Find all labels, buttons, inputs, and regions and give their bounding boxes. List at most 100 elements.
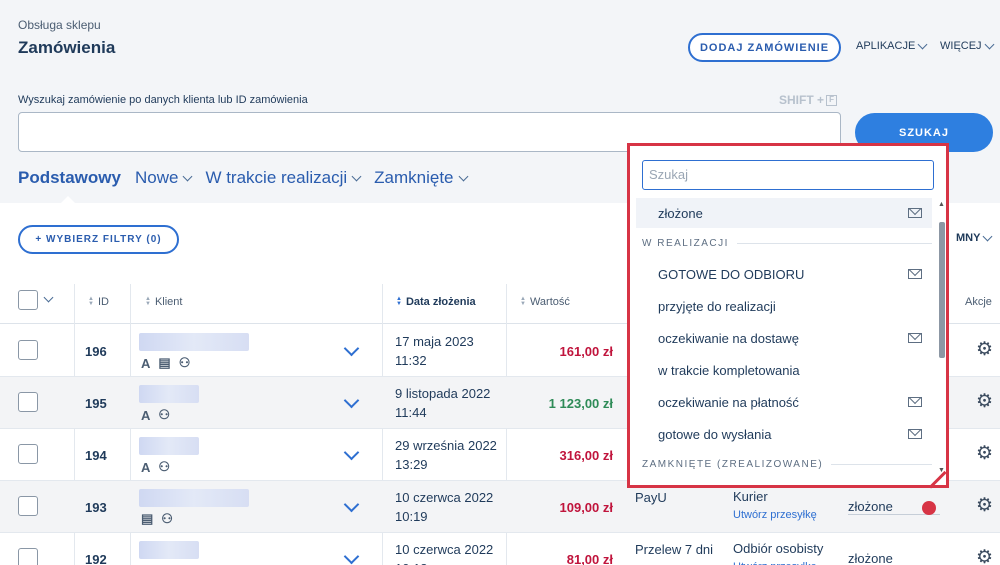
order-id[interactable]: 194 — [85, 448, 107, 463]
create-shipment-link[interactable]: Utwórz przesyłkę — [733, 509, 817, 521]
status-option[interactable]: oczekiwanie na dostawę — [636, 323, 932, 353]
payment-method: PayU — [635, 490, 667, 505]
column-value[interactable]: ▲ ▼ Wartość — [520, 296, 570, 308]
column-actions: Akcje — [965, 296, 992, 308]
tab-label: Podstawowy — [18, 168, 121, 187]
status-option-label: oczekiwanie na dostawę — [658, 330, 799, 346]
row-checkbox[interactable] — [18, 496, 38, 516]
mail-icon — [908, 429, 922, 439]
gear-icon[interactable]: ⚙ — [976, 390, 993, 413]
status-group-closed: ZAMKNIĘTE (ZREALIZOWANE) — [642, 459, 932, 470]
status-option[interactable]: złożone — [636, 198, 932, 228]
column-client[interactable]: ▲ ▼ Klient — [145, 296, 182, 308]
order-date-day: 29 września 2022 — [395, 438, 497, 453]
columns-button[interactable]: MNY — [956, 231, 993, 244]
row-checkbox[interactable] — [18, 548, 38, 565]
tab-in-progress[interactable]: W trakcie realizacji — [205, 168, 362, 188]
status-option-label: oczekiwanie na płatność — [658, 394, 799, 410]
dropdown-scroll-thumb[interactable] — [939, 222, 945, 358]
apps-menu-label: APLIKACJE — [856, 40, 916, 52]
sort-icon: ▲ ▼ — [88, 296, 94, 307]
active-tab-indicator — [60, 196, 76, 204]
gear-icon[interactable]: ⚙ — [976, 546, 993, 565]
order-date: 10 czerwca 2022 10:19 — [395, 488, 493, 526]
search-shortcut: SHIFT + F — [779, 93, 838, 107]
order-value: 161,00 zł — [559, 344, 614, 359]
status-option-label: złożone — [658, 205, 703, 221]
status-option[interactable]: oczekiwanie na płatność — [636, 387, 932, 417]
divider — [831, 464, 932, 465]
select-all-checkbox[interactable] — [18, 290, 38, 310]
annotation-dot — [922, 501, 936, 515]
order-date: 29 września 2022 13:29 — [395, 436, 497, 474]
column-label: Akcje — [965, 296, 992, 308]
chevron-down-icon — [351, 171, 362, 181]
scroll-up-icon[interactable]: ▲ — [938, 201, 945, 208]
order-id[interactable]: 192 — [85, 552, 107, 565]
tab-new[interactable]: Nowe — [135, 168, 193, 188]
note-icon: ▤ — [158, 355, 171, 370]
status-option[interactable]: w trakcie kompletowania — [636, 355, 932, 385]
view-tabs: Podstawowy Nowe W trakcie realizacji Zam… — [18, 168, 468, 188]
delivery-method: Kurier — [733, 489, 768, 504]
order-value: 316,00 zł — [559, 448, 614, 463]
status-option[interactable]: GOTOWE DO ODBIORU — [636, 259, 932, 289]
page-title: Zamówienia — [18, 38, 116, 57]
customer-type-icon: A — [141, 459, 151, 475]
column-date[interactable]: ▲ ▼ Data złożenia — [396, 296, 476, 308]
more-menu[interactable]: WIĘCEJ — [940, 39, 995, 52]
status-option[interactable]: gotowe do wysłania — [636, 419, 932, 449]
row-checkbox[interactable] — [18, 444, 38, 464]
status-option[interactable]: przyjęte do realizacji — [636, 291, 932, 321]
status-select[interactable]: złożone — [848, 551, 940, 565]
chevron-down-icon — [917, 39, 928, 49]
client-name[interactable] — [139, 541, 199, 559]
client-name[interactable] — [139, 489, 249, 507]
status-select-value: złożone — [848, 551, 893, 565]
status-option-label: przyjęte do realizacji — [658, 298, 776, 314]
order-date-day: 10 czerwca 2022 — [395, 542, 494, 557]
sort-icon: ▲ ▼ — [520, 296, 526, 307]
gear-icon[interactable]: ⚙ — [976, 442, 993, 465]
status-group-label: W REALIZACJI — [642, 238, 729, 249]
gear-icon[interactable]: ⚙ — [976, 338, 993, 361]
mail-icon — [908, 397, 922, 407]
breadcrumb[interactable]: Obsługa sklepu — [18, 18, 101, 32]
order-date-time: 11:44 — [395, 405, 427, 420]
sort-icon: ▲ ▼ — [396, 296, 402, 307]
status-group-label: ZAMKNIĘTE (ZREALIZOWANE) — [642, 459, 824, 470]
divider — [736, 243, 932, 244]
order-id[interactable]: 196 — [85, 344, 107, 359]
order-id[interactable]: 193 — [85, 500, 107, 515]
mail-icon — [908, 269, 922, 279]
tab-basic[interactable]: Podstawowy — [18, 168, 121, 188]
order-date-day: 9 listopada 2022 — [395, 386, 491, 401]
choose-filters-button[interactable]: + WYBIERZ FILTRY (0) — [18, 225, 179, 254]
client-icons: ▤ ⚇ — [141, 511, 173, 527]
guest-user-icon: ⚇ — [178, 355, 191, 370]
guest-user-icon: ⚇ — [158, 407, 171, 422]
client-name[interactable] — [139, 385, 199, 403]
client-name[interactable] — [139, 437, 199, 455]
search-label: Wyszukaj zamówienie po danych klienta lu… — [18, 94, 308, 106]
apps-menu[interactable]: APLIKACJE — [856, 39, 928, 52]
order-date-time: 10:19 — [395, 509, 428, 524]
row-checkbox[interactable] — [18, 392, 38, 412]
sort-icon: ▲ ▼ — [145, 296, 151, 307]
column-id[interactable]: ▲ ▼ ID — [88, 296, 109, 308]
add-order-button[interactable]: DODAJ ZAMÓWIENIE — [688, 33, 841, 62]
client-icons: A ▤ ⚇ — [141, 355, 190, 371]
more-menu-label: WIĘCEJ — [940, 40, 982, 52]
gear-icon[interactable]: ⚙ — [976, 494, 993, 517]
create-shipment-link[interactable]: Utwórz przesyłkę — [733, 561, 817, 565]
columns-button-label: MNY — [956, 232, 981, 244]
order-date: 9 listopada 2022 11:44 — [395, 384, 490, 422]
status-option-label: w trakcie kompletowania — [658, 362, 800, 378]
chevron-down-icon — [182, 171, 193, 181]
order-id[interactable]: 195 — [85, 396, 107, 411]
row-checkbox[interactable] — [18, 340, 38, 360]
client-name[interactable] — [139, 333, 249, 351]
guest-user-icon: ⚇ — [161, 511, 173, 526]
status-search-input[interactable]: Szukaj — [642, 160, 934, 190]
tab-closed[interactable]: Zamknięte — [374, 168, 468, 188]
